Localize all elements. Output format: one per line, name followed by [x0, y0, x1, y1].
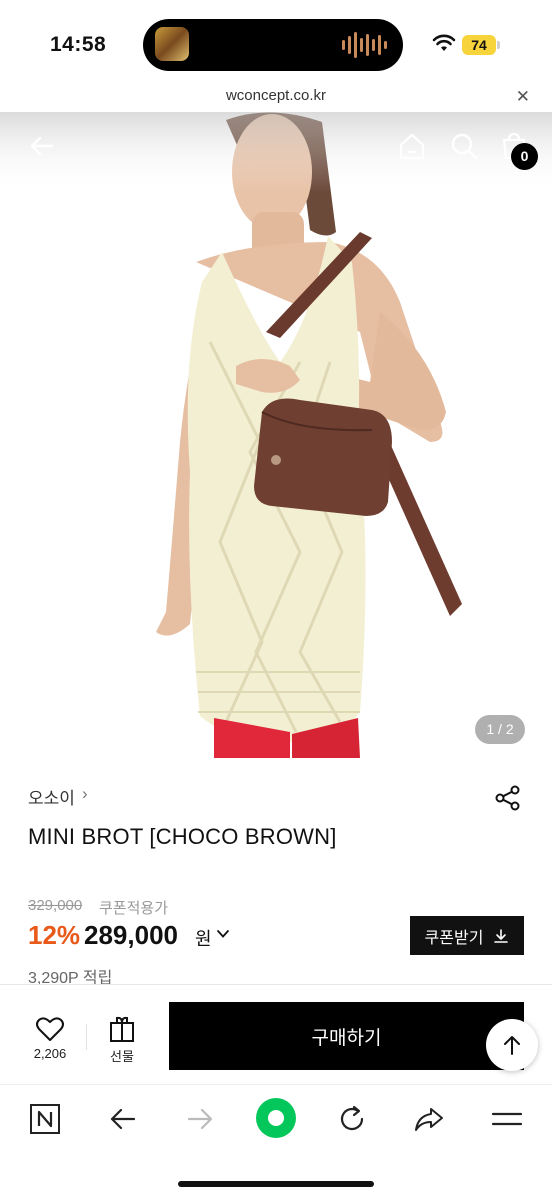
chevron-down-icon[interactable] — [216, 927, 230, 941]
product-top-nav — [0, 112, 552, 182]
share-icon[interactable] — [494, 784, 522, 812]
browser-url-bar[interactable]: wconcept.co.kr ✕ — [0, 84, 552, 112]
share-arrow-icon — [415, 1108, 443, 1131]
menu-button[interactable] — [489, 1101, 525, 1137]
image-pager: 1 / 2 — [475, 715, 525, 744]
action-divider — [86, 1024, 87, 1050]
status-bar: 14:58 74 — [0, 0, 552, 84]
share-page-button[interactable] — [411, 1101, 447, 1137]
currency-label: 원 — [195, 929, 212, 949]
search-icon[interactable] — [448, 130, 480, 162]
url-text[interactable]: wconcept.co.kr — [0, 87, 552, 104]
dynamic-island[interactable] — [143, 19, 403, 71]
scroll-to-top-button[interactable] — [486, 1019, 538, 1071]
download-icon — [494, 928, 509, 943]
product-title: MINI BROT [CHOCO BROWN] — [28, 824, 337, 849]
reload-icon — [340, 1105, 364, 1131]
now-playing-artwork — [155, 27, 189, 61]
like-count[interactable]: 2,206 — [22, 1046, 78, 1061]
coupon-price-note: 쿠폰적용가 — [99, 900, 169, 917]
wifi-icon — [432, 34, 456, 51]
arrow-left-icon — [110, 1108, 136, 1130]
naver-n-icon — [30, 1104, 60, 1134]
product-photo — [0, 112, 552, 758]
browser-forward-button[interactable] — [182, 1101, 218, 1137]
gift-icon[interactable] — [106, 1015, 138, 1043]
status-time: 14:58 — [50, 33, 107, 56]
reload-button[interactable] — [334, 1101, 370, 1137]
arrow-up-icon — [504, 1036, 520, 1055]
audio-wave-icon — [342, 32, 387, 58]
get-coupon-label: 쿠폰받기 — [424, 929, 484, 947]
home-icon[interactable] — [396, 130, 428, 162]
gift-label[interactable]: 선물 — [100, 1046, 144, 1065]
green-dot-button[interactable] — [256, 1098, 296, 1138]
sale-price: 289,000 — [84, 920, 178, 950]
battery-indicator: 74 — [462, 35, 496, 55]
green-dot-icon — [256, 1098, 296, 1138]
get-coupon-button[interactable]: 쿠폰받기 — [410, 916, 524, 955]
naver-home-button[interactable] — [27, 1101, 63, 1137]
brand-link[interactable]: 오소이 — [28, 784, 75, 809]
product-image[interactable] — [0, 112, 552, 758]
close-icon[interactable]: ✕ — [516, 87, 530, 107]
heart-icon[interactable] — [26, 1015, 74, 1043]
chevron-right-icon[interactable]: › — [82, 784, 88, 804]
original-price: 329,000 — [28, 897, 83, 914]
menu-icon — [491, 1112, 523, 1126]
back-arrow-icon[interactable] — [26, 130, 58, 162]
home-indicator[interactable] — [178, 1181, 374, 1187]
cart-count-badge[interactable]: 0 — [511, 143, 538, 170]
discount-rate: 12% — [28, 920, 81, 950]
buy-button[interactable]: 구매하기 — [169, 1002, 524, 1070]
battery-tip — [497, 41, 500, 49]
browser-back-button[interactable] — [105, 1101, 141, 1137]
arrow-right-icon — [187, 1108, 213, 1130]
